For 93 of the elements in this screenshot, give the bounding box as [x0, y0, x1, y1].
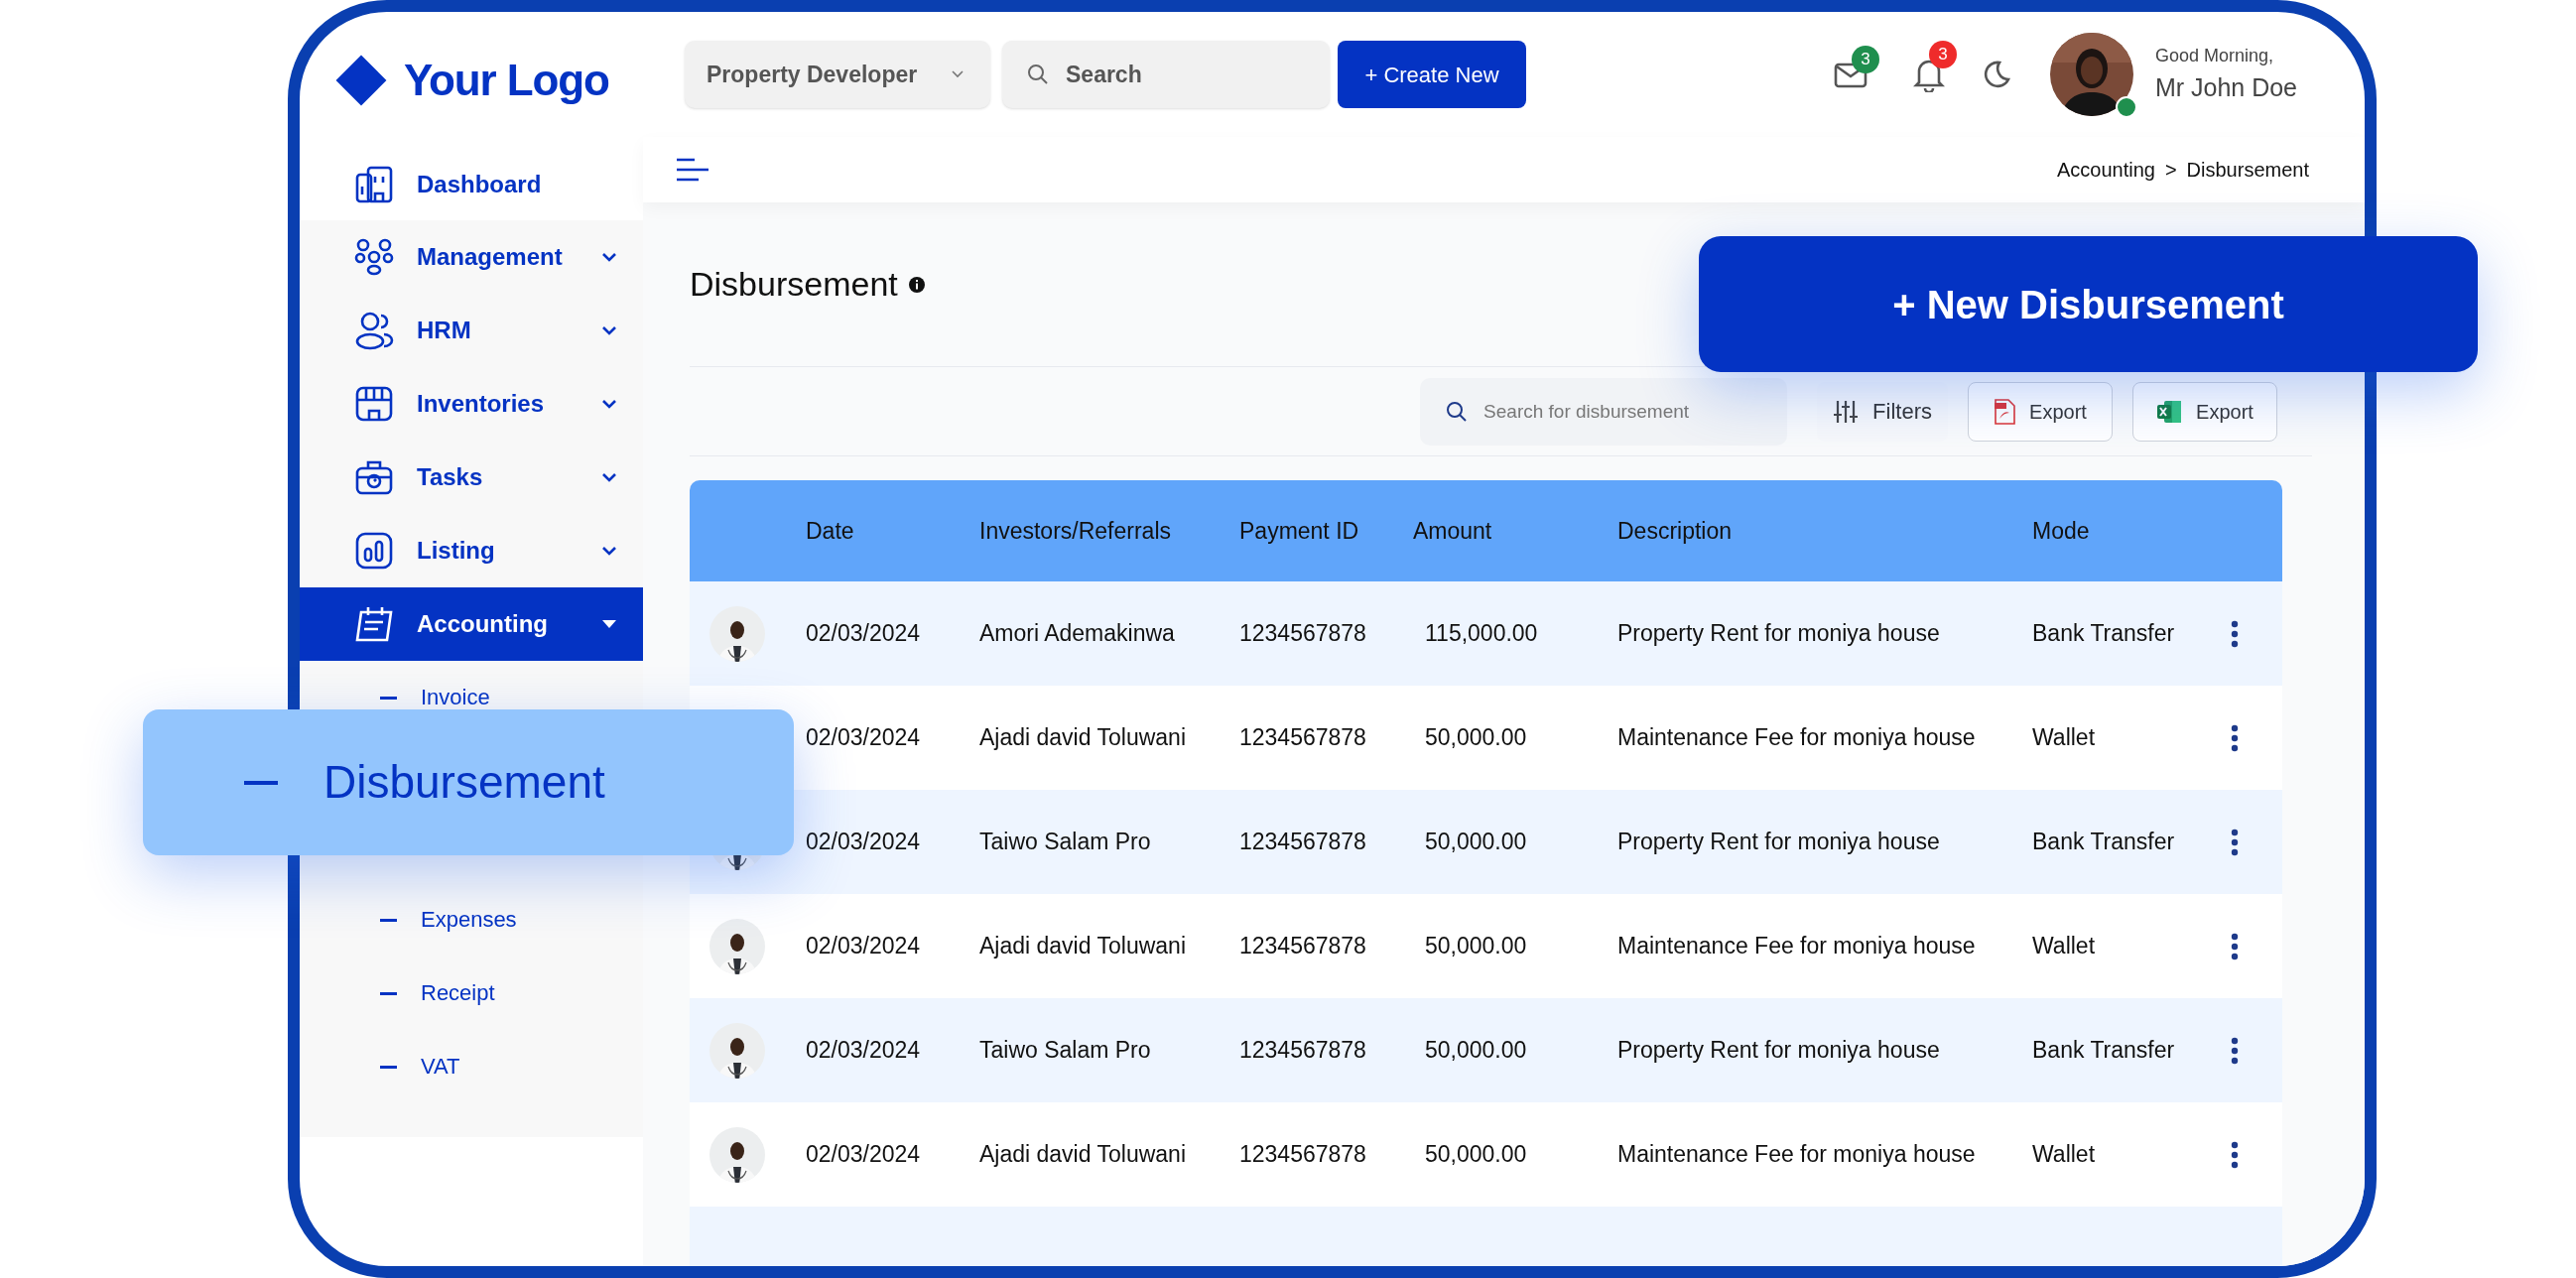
submenu-item[interactable]: Receipt: [421, 982, 495, 1004]
table-cell: Bank Transfer: [2032, 620, 2175, 647]
spreadsheet-icon: [2156, 399, 2183, 424]
submenu-item[interactable]: Expenses: [421, 909, 517, 931]
table-cell: 02/03/2024: [806, 933, 921, 959]
disbursement-callout[interactable]: Disbursement: [143, 709, 794, 855]
submenu-item[interactable]: VAT: [421, 1056, 460, 1078]
new-disbursement-button[interactable]: + New Disbursement: [1699, 236, 2478, 372]
greeting-text: Good Morning,: [2154, 44, 2274, 67]
table-cell: 1234567878: [1239, 1037, 1366, 1064]
table-cell: 1234567878: [1239, 620, 1366, 647]
create-new-button[interactable]: + Create New: [1338, 41, 1526, 109]
export-button[interactable]: Export: [2132, 381, 2277, 442]
sidebar-item[interactable]: Management: [300, 220, 643, 294]
table-cell: Wallet: [2032, 724, 2096, 751]
table-cell: Taiwo Salam Pro: [979, 829, 1151, 855]
store-icon: [354, 384, 394, 424]
dash-icon: [380, 1065, 397, 1069]
table-cell: 02/03/2024: [806, 1037, 921, 1064]
people-icon: [354, 237, 394, 277]
table-cell: 02/03/2024: [806, 829, 921, 855]
more-icon[interactable]: [2231, 828, 2239, 856]
table-cell: Property Rent for moniya house: [1617, 620, 1940, 647]
table-cell: 1234567878: [1239, 933, 1366, 959]
sidebar-item[interactable]: Listing: [300, 514, 643, 587]
table-cell: Property Rent for moniya house: [1617, 1037, 1940, 1064]
table-cell: Maintenance Fee for moniya house: [1617, 933, 1976, 959]
count-badge: 3: [1851, 46, 1879, 74]
table-cell: 50,000.00: [1425, 1141, 1527, 1168]
dash-icon: [380, 696, 397, 700]
column-header: Payment ID: [1239, 517, 1359, 544]
table-cell: 1234567878: [1239, 1141, 1366, 1168]
more-icon[interactable]: [2231, 723, 2239, 752]
table-cell: Ajadi david Toluwani: [979, 724, 1186, 751]
building-icon: [354, 165, 394, 204]
table-cell: Bank Transfer: [2032, 829, 2175, 855]
chevron-down-icon: [951, 69, 965, 80]
table-cell: Taiwo Salam Pro: [979, 1037, 1151, 1064]
role-dropdown[interactable]: Property Developer: [685, 41, 990, 109]
info-icon: [907, 275, 926, 294]
user-name: Mr John Doe: [2154, 71, 2297, 103]
dash-icon: [380, 991, 397, 995]
column-header: Description: [1617, 517, 1733, 544]
menu-icon[interactable]: [675, 158, 708, 183]
table-cell: 50,000.00: [1425, 933, 1527, 959]
search-field[interactable]: Search: [1002, 41, 1330, 109]
chart-icon: [354, 531, 394, 571]
table-cell: 02/03/2024: [806, 724, 921, 751]
page-title: Disbursement: [690, 264, 898, 305]
calendar-icon: [354, 604, 394, 644]
dash-icon: [244, 780, 278, 785]
users-icon: [354, 311, 394, 350]
table-cell: 1234567878: [1239, 724, 1366, 751]
table-cell: 50,000.00: [1425, 829, 1527, 855]
export-button[interactable]: Export: [1968, 381, 2113, 442]
table-cell: Bank Transfer: [2032, 1037, 2175, 1064]
sidebar-item[interactable]: Accounting: [300, 587, 643, 661]
pdf-file-icon: [1994, 398, 2016, 425]
search-icon: [1446, 400, 1469, 423]
column-header: Amount: [1413, 517, 1492, 544]
table-cell: 02/03/2024: [806, 620, 921, 647]
count-badge: 3: [1928, 41, 1957, 69]
table-cell: 115,000.00: [1425, 620, 1538, 647]
more-icon[interactable]: [2231, 1036, 2239, 1065]
column-header: Investors/Referrals: [979, 517, 1171, 544]
sidebar-item[interactable]: HRM: [300, 294, 643, 367]
column-header: Mode: [2032, 517, 2090, 544]
more-icon[interactable]: [2231, 1140, 2239, 1169]
more-icon[interactable]: [2231, 619, 2239, 648]
table-cell: 1234567878: [1239, 829, 1366, 855]
sliders-icon: [1833, 398, 1860, 425]
breadcrumb-separator: >: [2164, 158, 2177, 184]
column-header: Date: [806, 517, 854, 544]
breadcrumb-link[interactable]: Disbursement: [2186, 155, 2309, 186]
logo-text: Your Logo: [404, 55, 609, 106]
search-field[interactable]: Search for disbursement: [1420, 377, 1788, 446]
dash-icon: [380, 918, 397, 922]
breadcrumb-link[interactable]: Accounting: [2056, 155, 2155, 186]
table-cell: Wallet: [2032, 933, 2096, 959]
table-cell: Maintenance Fee for moniya house: [1617, 1141, 1976, 1168]
more-icon[interactable]: [2231, 932, 2239, 960]
table-cell: Property Rent for moniya house: [1617, 829, 1940, 855]
table-cell: Maintenance Fee for moniya house: [1617, 724, 1976, 751]
table-cell: 02/03/2024: [806, 1141, 921, 1168]
table-cell: Wallet: [2032, 1141, 2096, 1168]
sidebar-item[interactable]: Inventories: [300, 367, 643, 441]
table-cell: Ajadi david Toluwani: [979, 1141, 1186, 1168]
submenu-item[interactable]: Invoice: [421, 687, 490, 708]
table-cell: Ajadi david Toluwani: [979, 933, 1186, 959]
table-cell: 50,000.00: [1425, 724, 1527, 751]
table-cell: 50,000.00: [1425, 1037, 1527, 1064]
table-cell: Amori Ademakinwa: [979, 620, 1175, 647]
sidebar-item[interactable]: Tasks: [300, 441, 643, 514]
